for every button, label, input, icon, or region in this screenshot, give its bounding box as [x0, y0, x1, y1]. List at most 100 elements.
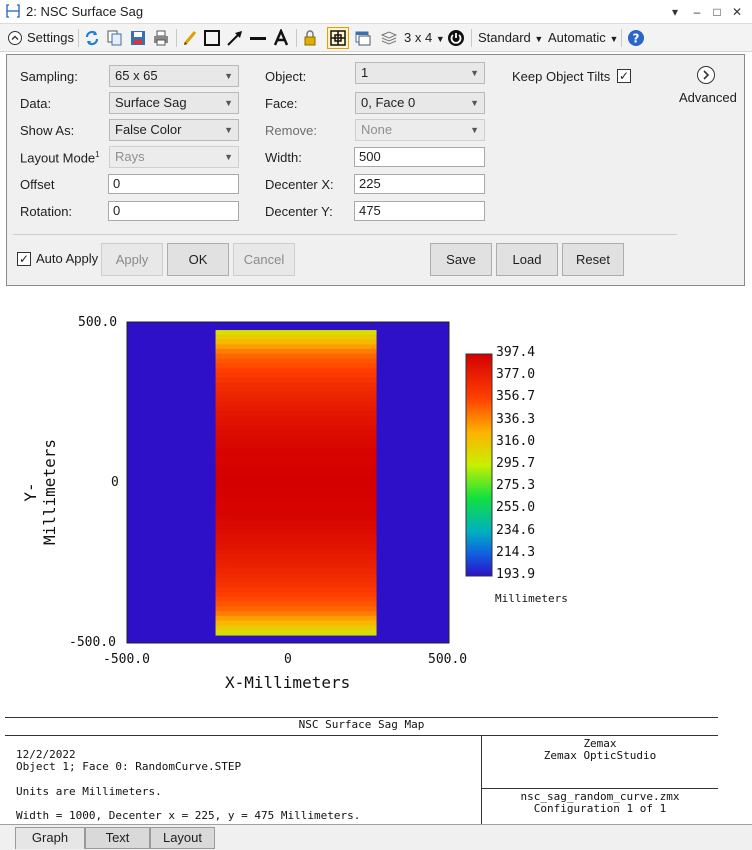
- layout-mode-label: Layout Mode1: [20, 150, 100, 165]
- rotation-label: Rotation:: [20, 204, 73, 219]
- footer-product: Zemax OpticStudio: [543, 749, 657, 762]
- apply-button[interactable]: Apply: [101, 243, 163, 276]
- object-label: Object:: [265, 69, 307, 84]
- sag-band: [215, 363, 377, 369]
- separator: [621, 29, 622, 47]
- text-tool-icon[interactable]: [272, 27, 290, 47]
- auto-apply-checkbox[interactable]: ✓: [17, 252, 31, 266]
- sag-band: [215, 339, 377, 345]
- print-icon[interactable]: [152, 29, 170, 47]
- window-layout-icon[interactable]: [354, 29, 372, 47]
- refresh-icon[interactable]: [83, 29, 101, 47]
- advanced-label[interactable]: Advanced: [679, 90, 737, 105]
- offset-input[interactable]: 0: [108, 174, 239, 194]
- sag-band: [215, 358, 377, 364]
- keep-object-tilts-checkbox[interactable]: ✓: [617, 69, 631, 83]
- load-button[interactable]: Load: [496, 243, 558, 276]
- pencil-icon[interactable]: [181, 29, 199, 47]
- ok-button[interactable]: OK: [167, 243, 229, 276]
- face-label: Face:: [265, 96, 298, 111]
- object-select[interactable]: 1 ▼: [355, 62, 485, 84]
- divider: [13, 234, 677, 235]
- sag-band: [215, 482, 377, 488]
- tab-text[interactable]: Text: [85, 827, 150, 849]
- divider: [5, 735, 718, 736]
- grid-layout-dropdown[interactable]: 3 x 4 ▼: [404, 28, 445, 48]
- close-button[interactable]: ✕: [728, 3, 746, 21]
- tab-layout[interactable]: Layout: [150, 827, 215, 849]
- sag-band: [215, 520, 377, 526]
- advanced-chevron-icon[interactable]: [696, 65, 716, 85]
- sag-band: [215, 630, 377, 636]
- decenter-x-input[interactable]: 225: [354, 174, 485, 194]
- sag-band: [215, 420, 377, 426]
- tab-graph[interactable]: Graph: [15, 827, 85, 849]
- sag-band: [215, 601, 377, 607]
- sag-band: [215, 472, 377, 479]
- save-icon[interactable]: [129, 29, 147, 47]
- keep-object-tilts-label: Keep Object Tilts: [512, 69, 611, 84]
- dropdown-button[interactable]: ▾: [666, 3, 684, 21]
- help-icon[interactable]: ?: [627, 29, 645, 47]
- width-input[interactable]: 500: [354, 147, 485, 167]
- layout-mode-footnote: 1: [95, 150, 100, 159]
- sag-band: [215, 382, 377, 388]
- footer-width: Width = 1000, Decenter x = 225, y = 475 …: [16, 809, 361, 822]
- copy-icon[interactable]: [106, 29, 124, 47]
- y-tick-bottom: -500.0: [69, 635, 116, 650]
- sag-band: [215, 596, 377, 603]
- automatic-dropdown[interactable]: Automatic ▼: [548, 28, 618, 48]
- sag-band: [215, 496, 377, 503]
- width-label: Width:: [265, 150, 302, 165]
- sag-band: [215, 372, 377, 379]
- sag-band: [215, 449, 377, 455]
- view-tabs: Graph Text Layout: [0, 824, 752, 850]
- lock-icon[interactable]: [301, 29, 319, 47]
- auto-apply-label: Auto Apply: [36, 251, 99, 266]
- sag-band: [215, 511, 377, 517]
- standard-dropdown[interactable]: Standard ▼: [478, 28, 543, 48]
- sag-band: [215, 391, 377, 398]
- show-as-label: Show As:: [20, 123, 75, 138]
- layers-icon[interactable]: [380, 29, 398, 47]
- sag-band: [215, 415, 377, 422]
- sag-band: [215, 492, 377, 498]
- face-select[interactable]: 0, Face 0 ▼: [355, 92, 485, 114]
- rectangle-icon[interactable]: [203, 29, 221, 47]
- sag-band: [215, 458, 377, 465]
- decenter-y-input[interactable]: 475: [354, 201, 485, 221]
- sag-band: [215, 477, 377, 484]
- window-icon[interactable]: [6, 4, 20, 18]
- sampling-select[interactable]: 65 x 65 ▼: [109, 65, 239, 87]
- sag-band: [215, 606, 377, 612]
- colorbar-tick-label: 214.3: [496, 544, 536, 560]
- sag-band: [215, 396, 377, 403]
- cancel-button[interactable]: Cancel: [233, 243, 295, 276]
- chevron-down-icon: ▼: [534, 34, 544, 44]
- line-icon[interactable]: [249, 29, 267, 47]
- maximize-button[interactable]: □: [708, 3, 726, 21]
- minimize-button[interactable]: –: [688, 3, 706, 21]
- divider: [481, 788, 718, 789]
- chevron-down-icon: ▼: [224, 98, 233, 108]
- sag-band: [215, 406, 377, 412]
- settings-button[interactable]: Settings: [27, 28, 74, 48]
- crosshair-icon[interactable]: [327, 27, 349, 49]
- rotation-input[interactable]: 0: [108, 201, 239, 221]
- colorbar-tick-label: 255.0: [496, 500, 536, 516]
- reset-button[interactable]: Reset: [562, 243, 624, 276]
- save-button[interactable]: Save: [430, 243, 492, 276]
- x-tick-middle: 0: [284, 652, 292, 667]
- power-icon[interactable]: [447, 29, 465, 47]
- sag-band: [215, 501, 377, 507]
- chevron-down-icon: ▼: [224, 71, 233, 81]
- data-select[interactable]: Surface Sag ▼: [109, 92, 239, 114]
- sag-band: [215, 525, 377, 531]
- sag-band: [215, 434, 377, 441]
- collapse-settings-icon[interactable]: [7, 30, 23, 46]
- arrow-icon[interactable]: [226, 29, 244, 47]
- show-as-value: False Color: [115, 122, 182, 137]
- show-as-select[interactable]: False Color ▼: [109, 119, 239, 141]
- sag-band: [215, 539, 377, 546]
- svg-text:?: ?: [633, 32, 640, 46]
